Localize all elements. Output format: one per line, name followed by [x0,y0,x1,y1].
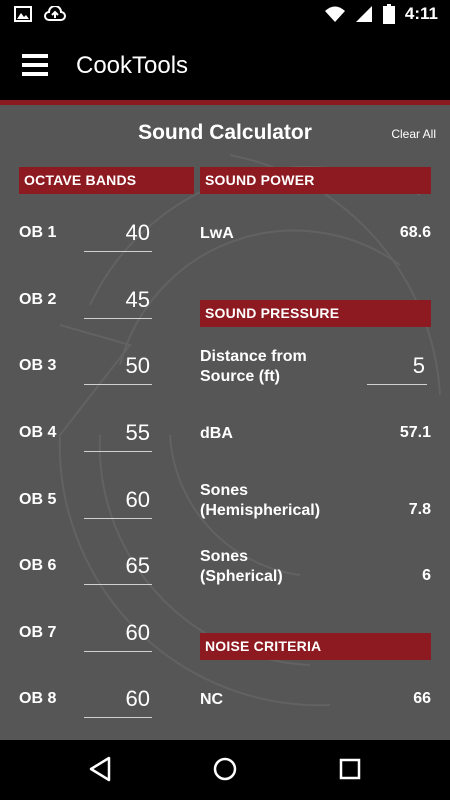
wifi-icon [324,6,345,22]
sound-power-header: SOUND POWER [200,167,431,194]
ob-label: OB 1 [19,224,57,241]
nc-value: 66 [413,690,431,707]
ob5-input[interactable]: 60 [84,483,152,519]
app-title: CookTools [76,52,189,79]
sones-sph-label-line1: Sones [200,548,249,565]
lwa-value: 68.6 [399,224,431,241]
ob-label: OB 8 [19,690,57,707]
distance-label: Distance from Source (ft) [200,347,307,387]
octave-bands-header: OCTAVE BANDS [19,167,194,194]
status-time: 4:11 [404,4,438,23]
battery-icon [382,4,395,24]
ob-label: OB 5 [19,491,57,508]
ob-label: OB 4 [19,424,57,441]
ob7-input[interactable]: 60 [84,616,152,652]
sones-hemi-label-line1: Sones [200,482,249,499]
noise-criteria-header: NOISE CRITERIA [200,633,431,660]
ob-label: OB 6 [19,557,57,574]
clear-all-button[interactable]: Clear All [391,127,436,141]
signal-icon [355,6,372,22]
calculator-content: Sound Calculator Clear All OCTAVE BANDS … [0,105,450,740]
ob8-input[interactable]: 60 [84,682,152,718]
status-bar: 4:11 [0,0,450,32]
sones-sph-value: 6 [422,567,431,584]
image-icon [14,6,32,22]
sones-hemi-label-line2: (Hemispherical) [200,502,321,519]
distance-input[interactable]: 5 [367,349,427,385]
sound-pressure-header: SOUND PRESSURE [200,300,431,327]
ob6-input[interactable]: 65 [84,549,152,585]
cloud-upload-icon [44,6,66,21]
sones-sph-label-line2: (Spherical) [200,568,283,585]
dba-value: 57.1 [399,424,431,441]
recents-icon[interactable] [338,756,362,782]
sones-hemi-value: 7.8 [408,501,431,518]
sones-hemi-label: Sones (Hemispherical) [200,481,320,521]
dba-label: dBA [200,425,233,442]
navigation-bar [0,740,450,800]
ob2-input[interactable]: 45 [84,283,152,319]
ob1-input[interactable]: 40 [84,216,152,252]
back-icon[interactable] [88,756,112,782]
lwa-label: LwA [200,225,234,242]
app-bar: CookTools [0,32,450,100]
sones-sph-label: Sones (Spherical) [200,547,283,587]
ob-label: OB 7 [19,624,57,641]
hamburger-menu-icon[interactable] [22,54,48,76]
home-icon[interactable] [213,756,237,782]
ob-label: OB 2 [19,291,57,308]
distance-label-line1: Distance from [200,348,307,365]
ob4-input[interactable]: 55 [84,416,152,452]
page-title: Sound Calculator [138,121,312,144]
distance-label-line2: Source (ft) [200,368,280,385]
ob-label: OB 3 [19,357,57,374]
nc-label: NC [200,691,224,708]
ob3-input[interactable]: 50 [84,349,152,385]
